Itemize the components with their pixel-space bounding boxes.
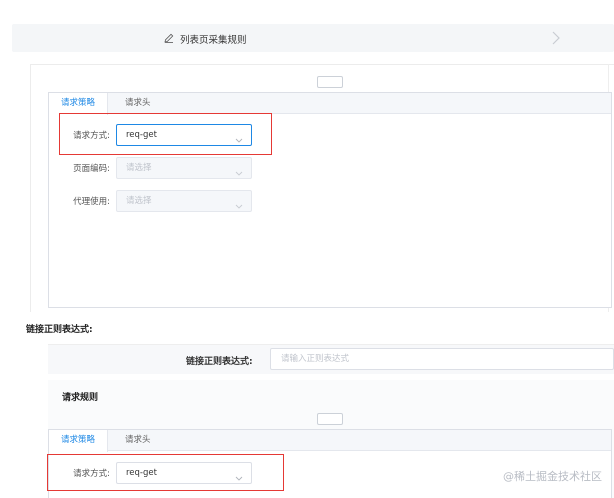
tabs-header: 请求策略 请求头 [49,93,611,115]
encoding-label: 页面编码: [73,164,110,174]
collapse-handle[interactable] [317,413,343,425]
encoding-select[interactable]: 请选择 [116,157,252,179]
method-value: req-get [126,468,157,478]
tab-request-strategy[interactable]: 请求策略 [49,93,109,115]
pencil-icon [164,33,174,46]
method-field: 请求方式: req-get [54,124,252,146]
proxy-field: 代理使用: 请选择 [54,190,252,212]
link-regex-input[interactable]: 请输入正则表达式 [270,348,614,370]
tab-request-headers[interactable]: 请求头 [113,93,163,114]
chevron-down-icon [235,132,243,143]
tab-request-strategy[interactable]: 请求策略 [49,430,109,452]
method-select[interactable]: req-get [116,124,252,146]
request-rule-title: 请求规则 [62,393,99,403]
method-value: req-get [126,130,157,140]
method-label: 请求方式: [73,131,110,141]
method-label: 请求方式: [73,469,110,479]
encoding-field: 页面编码: 请选择 [54,157,252,179]
proxy-placeholder: 请选择 [126,196,152,206]
step-header[interactable]: 列表页采集规则 [12,24,614,52]
chevron-down-icon [235,198,243,209]
chevron-down-icon [235,470,243,481]
method-field-2: 请求方式: req-get [54,462,252,484]
link-regex-section-label: 链接正则表达式: [26,325,93,335]
method-select[interactable]: req-get [116,462,252,484]
tabs-header: 请求策略 请求头 [49,430,611,452]
chevron-down-icon [235,165,243,176]
chevron-right-icon[interactable] [550,30,562,46]
proxy-label: 代理使用: [73,197,110,207]
proxy-select[interactable]: 请选择 [116,190,252,212]
collapse-handle[interactable] [317,76,343,88]
encoding-placeholder: 请选择 [126,163,152,173]
step-title-text: 列表页采集规则 [180,35,247,46]
link-regex-label: 链接正则表达式: [186,357,253,367]
tab-request-headers[interactable]: 请求头 [113,430,163,451]
watermark: @稀土掘金技术社区 [503,470,602,483]
step-title-group: 列表页采集规则 [164,32,247,46]
